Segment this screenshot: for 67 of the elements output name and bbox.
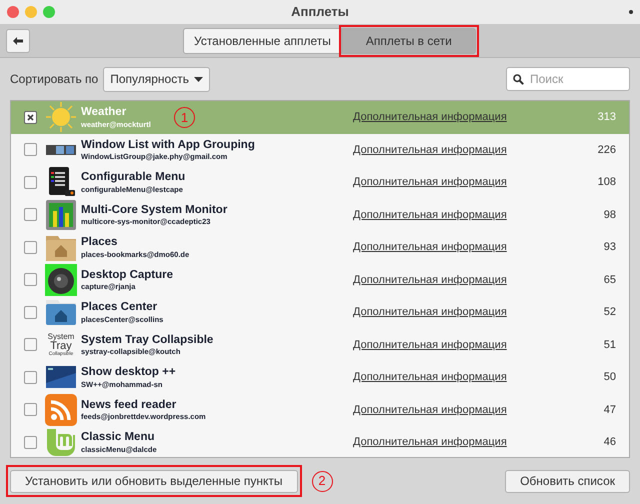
checkbox[interactable] xyxy=(24,338,37,352)
applet-name: Desktop Capture xyxy=(81,268,174,282)
sun-icon xyxy=(45,101,77,134)
cross-icon xyxy=(27,114,34,121)
applet-score: 93 xyxy=(604,240,616,255)
callout-number: 1 xyxy=(174,107,195,128)
more-info-link[interactable]: Дополнительная информация xyxy=(353,369,507,386)
more-info-link[interactable]: Дополнительная информация xyxy=(353,336,507,353)
applet-score: 313 xyxy=(598,110,616,125)
applet-score: 65 xyxy=(604,272,616,288)
applet-score: 51 xyxy=(604,338,616,352)
applet-name: Window List with App Grouping xyxy=(81,138,255,152)
arrow-left-icon xyxy=(13,36,23,44)
applet-name: Show desktop ++ xyxy=(81,365,176,380)
more-info-link[interactable]: Дополнительная информация xyxy=(353,109,507,126)
applet-name: Configurable Menu xyxy=(81,170,186,185)
tab[interactable]: Апплеты в сети xyxy=(342,28,476,54)
applet-score: 50 xyxy=(604,370,616,385)
applet-score: 46 xyxy=(604,435,616,450)
applet-name: System Tray Collapsible xyxy=(81,332,214,348)
checkbox[interactable] xyxy=(24,208,37,222)
checkbox[interactable] xyxy=(24,176,37,189)
rss-icon xyxy=(45,394,77,426)
sort-label: Сортировать по xyxy=(10,71,98,88)
callout-number: 2 xyxy=(312,470,333,492)
checkbox[interactable] xyxy=(24,370,37,384)
window-list-icon xyxy=(46,144,76,155)
applet-name: Weather xyxy=(81,105,126,120)
applet-name: Places xyxy=(81,235,118,250)
back-button[interactable] xyxy=(6,28,30,52)
more-info-link[interactable]: Дополнительная информация xyxy=(353,272,507,288)
checkbox[interactable] xyxy=(24,273,37,286)
applet-score: 226 xyxy=(598,142,616,158)
tab[interactable]: Установленные апплеты xyxy=(183,28,342,54)
applet-score: 52 xyxy=(604,305,616,320)
checkbox[interactable] xyxy=(24,110,37,124)
camera-lens-icon xyxy=(45,264,77,296)
more-info-link[interactable]: Дополнительная информация xyxy=(353,142,507,158)
action-button[interactable]: Установить или обновить выделенные пункты xyxy=(10,470,298,492)
sort-dropdown[interactable]: Популярность xyxy=(103,66,210,92)
caret-icon xyxy=(194,76,203,82)
more-info-link[interactable]: Дополнительная информация xyxy=(353,206,507,223)
more-info-link[interactable]: Дополнительная информация xyxy=(353,239,507,256)
action-button[interactable]: Обновить список xyxy=(505,470,630,492)
search-field[interactable]: Поиск xyxy=(506,67,630,91)
more-info-link[interactable]: Дополнительная информация xyxy=(353,174,507,190)
window-control[interactable] xyxy=(43,6,55,18)
mint-logo-icon xyxy=(45,426,77,457)
chart-monitor-icon xyxy=(45,198,77,231)
applet-name: Classic Menu xyxy=(81,430,154,445)
window-title: Апплеты xyxy=(290,3,350,22)
checkbox[interactable] xyxy=(24,143,37,156)
applet-score: 47 xyxy=(604,402,616,418)
applet-name: News feed reader xyxy=(81,398,176,412)
applet-name: Multi-Core System Monitor xyxy=(81,202,228,218)
more-info-link[interactable]: Дополнительная информация xyxy=(353,434,507,450)
checkbox[interactable] xyxy=(24,436,37,449)
window-control[interactable] xyxy=(7,6,19,18)
checkbox[interactable] xyxy=(24,306,37,319)
checkbox[interactable] xyxy=(24,403,37,416)
more-info-link[interactable]: Дополнительная информация xyxy=(353,304,507,320)
applet-score: 98 xyxy=(604,208,616,222)
more-info-link[interactable]: Дополнительная информация xyxy=(353,402,507,418)
applet-name: Places Center xyxy=(81,300,158,315)
window-control[interactable] xyxy=(25,6,37,18)
checkbox[interactable] xyxy=(24,240,37,254)
applet-score: 108 xyxy=(598,175,616,190)
